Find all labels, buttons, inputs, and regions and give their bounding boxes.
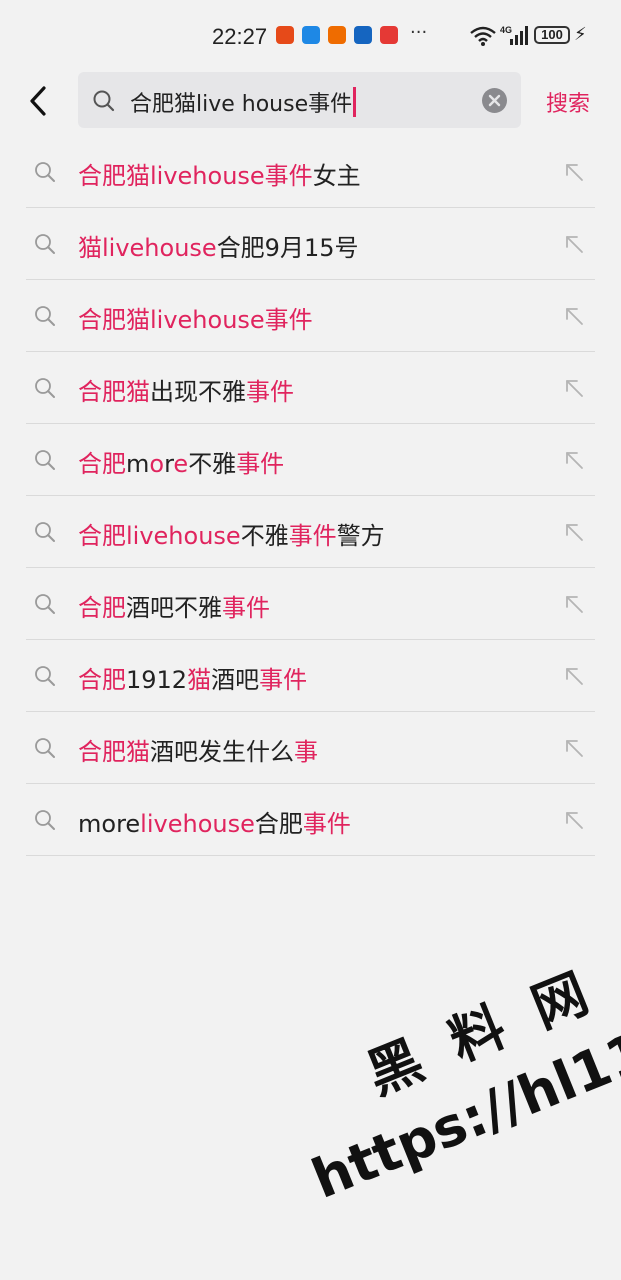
fill-arrow-icon[interactable] [563, 521, 585, 543]
signal-icon: 4G [500, 25, 528, 45]
watermark: 黑 料 网 https://hl11.co [270, 913, 621, 1211]
shop-app-icon [328, 26, 346, 44]
suggestion-match-text: 合肥 [78, 666, 126, 694]
suggestion-item[interactable]: 合肥livehouse不雅事件警方 [26, 496, 595, 568]
message-app-icon [302, 26, 320, 44]
fill-arrow-icon[interactable] [563, 161, 585, 183]
suggestion-text: 合肥1912猫酒吧事件 [78, 660, 307, 695]
suggestion-plain-text: 不雅 [188, 450, 237, 478]
suggestion-match-text: 事件 [246, 378, 294, 406]
search-icon [35, 162, 55, 182]
status-more-icon: ··· [410, 22, 428, 43]
suggestion-match-text: o [149, 450, 165, 478]
fill-arrow-icon[interactable] [563, 737, 585, 759]
suggestion-plain-text: more [78, 810, 141, 838]
suggestion-item[interactable]: morelivehouse合肥事件 [26, 784, 595, 856]
battery-icon: 100 [534, 26, 570, 44]
suggestion-plain-text: 警方 [336, 522, 385, 550]
suggestion-item[interactable]: 合肥猫酒吧发生什么事 [26, 712, 595, 784]
suggestion-match-text: 猫 [187, 666, 212, 694]
search-query-text[interactable]: 合肥猫live house事件 [130, 86, 357, 118]
suggestion-text: morelivehouse合肥事件 [78, 804, 351, 839]
text-caret [353, 87, 357, 117]
fill-arrow-icon[interactable] [563, 665, 585, 687]
suggestion-match-text: livehouse [140, 810, 255, 838]
suggestion-match-text: 事件 [302, 810, 351, 838]
notify-app-icon [276, 26, 294, 44]
suggestion-text: 猫livehouse合肥9月15号 [78, 228, 359, 263]
search-button[interactable]: 搜索 [546, 86, 590, 118]
suggestion-item[interactable]: 合肥酒吧不雅事件 [26, 568, 595, 640]
suggestion-plain-text: 酒吧发生什么 [150, 738, 294, 766]
suggestion-text: 合肥酒吧不雅事件 [78, 588, 270, 623]
fill-arrow-icon[interactable] [563, 809, 585, 831]
suggestion-match-text: 事件 [222, 594, 270, 622]
search-icon [35, 234, 55, 254]
suggestion-text: 合肥livehouse不雅事件警方 [78, 516, 385, 551]
search-icon [35, 738, 55, 758]
search-icon [35, 378, 55, 398]
suggestion-item[interactable]: 合肥猫livehouse事件 [26, 280, 595, 352]
wifi-icon [470, 26, 496, 46]
search-icon [35, 594, 55, 614]
search-query: 合肥猫live house事件 [130, 92, 353, 117]
suggestion-match-text: 事件 [288, 522, 337, 550]
browser-app-icon [354, 26, 372, 44]
suggestion-plain-text: 不雅 [240, 522, 289, 550]
search-icon [35, 450, 55, 470]
search-icon [35, 666, 55, 686]
suggestion-plain-text: 出现不雅 [150, 378, 246, 406]
search-icon [35, 306, 55, 326]
suggestion-plain-text: 1912 [126, 666, 188, 694]
fill-arrow-icon[interactable] [563, 449, 585, 471]
suggestion-plain-text: 女主 [312, 162, 361, 190]
suggestion-text: 合肥猫livehouse事件女主 [78, 156, 361, 191]
suggestion-match-text: 合肥 [78, 450, 126, 478]
search-icon [35, 522, 55, 542]
suggestion-plain-text: 合肥 [254, 810, 303, 838]
suggestion-item[interactable]: 合肥1912猫酒吧事件 [26, 640, 595, 712]
suggestion-match-text: 事 [294, 738, 318, 766]
svg-text:4G: 4G [500, 25, 512, 35]
suggestion-match-text: 合肥猫livehouse事件 [78, 306, 313, 334]
suggestion-match-text: 合肥 [78, 594, 126, 622]
search-input[interactable]: 合肥猫live house事件 [78, 72, 521, 128]
suggestion-item[interactable]: 合肥猫livehouse事件女主 [26, 136, 595, 208]
suggestion-item[interactable]: 合肥猫出现不雅事件 [26, 352, 595, 424]
suggestion-plain-text: 合肥9月15号 [216, 234, 359, 262]
status-time: 22:27 [212, 24, 268, 49]
search-icon [35, 810, 55, 830]
status-bar: 22:27 ··· 4G 100 ⚡ [0, 0, 621, 70]
suggestion-text: 合肥猫livehouse事件 [78, 300, 313, 335]
suggestion-text: 合肥more不雅事件 [78, 444, 284, 479]
charging-icon: ⚡ [574, 24, 587, 45]
suggestion-match-text: 事件 [259, 666, 308, 694]
suggestion-match-text: 猫livehouse [78, 234, 217, 262]
clear-icon[interactable] [482, 88, 507, 113]
fill-arrow-icon[interactable] [563, 233, 585, 255]
suggestion-plain-text: 酒吧不雅 [126, 594, 222, 622]
suggestion-match-text: e [173, 450, 189, 478]
suggestion-item[interactable]: 猫livehouse合肥9月15号 [26, 208, 595, 280]
suggestion-text: 合肥猫出现不雅事件 [78, 372, 294, 407]
back-arrow-icon[interactable] [24, 84, 54, 118]
suggestion-text: 合肥猫酒吧发生什么事 [78, 732, 318, 767]
fill-arrow-icon[interactable] [563, 377, 585, 399]
suggestion-list: 合肥猫livehouse事件女主 猫livehouse合肥9月15号 合肥猫live… [26, 136, 595, 856]
suggestion-plain-text: 酒吧 [211, 666, 260, 694]
suggestion-match-text: 合肥猫 [78, 378, 150, 406]
suggestion-match-text: 合肥猫livehouse事件 [78, 162, 313, 190]
search-icon [93, 90, 115, 112]
fill-arrow-icon[interactable] [563, 305, 585, 327]
suggestion-item[interactable]: 合肥more不雅事件 [26, 424, 595, 496]
mall-app-icon [380, 26, 398, 44]
suggestion-match-text: 合肥猫 [78, 738, 150, 766]
suggestion-match-text: 合肥livehouse [78, 522, 241, 550]
fill-arrow-icon[interactable] [563, 593, 585, 615]
suggestion-match-text: 事件 [236, 450, 285, 478]
suggestion-plain-text: m [126, 450, 150, 478]
